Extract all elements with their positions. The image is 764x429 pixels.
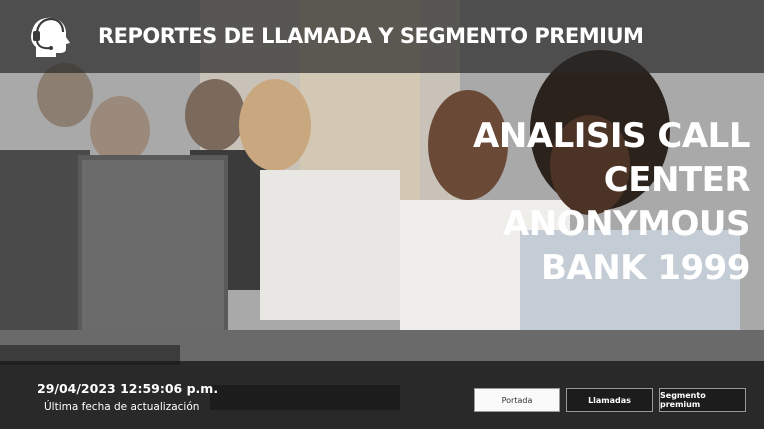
last-update-label: Última fecha de actualización — [44, 401, 200, 413]
page-title: REPORTES DE LLAMADA Y SEGMENTO PREMIUM — [98, 24, 644, 48]
hero-line-2: CENTER — [603, 160, 751, 200]
header-bar: REPORTES DE LLAMADA Y SEGMENTO PREMIUM — [0, 0, 764, 73]
headset-agent-icon — [31, 17, 70, 57]
nav-button-llamadas[interactable]: Llamadas — [566, 388, 653, 412]
hero-title: ANALISIS CALL CENTER ANONYMOUS BANK 1999 — [330, 114, 750, 290]
report-cover-page: REPORTES DE LLAMADA Y SEGMENTO PREMIUM A… — [0, 0, 764, 429]
hero-line-3: ANONYMOUS — [502, 204, 751, 244]
nav-button-portada[interactable]: Portada — [474, 388, 560, 412]
hero-line-1: ANALISIS CALL — [473, 116, 750, 156]
nav-button-segmento-premium[interactable]: Segmento premium — [659, 388, 746, 412]
last-update-datetime: 29/04/2023 12:59:06 p.m. — [37, 381, 219, 396]
hero-line-4: BANK 1999 — [541, 248, 751, 288]
